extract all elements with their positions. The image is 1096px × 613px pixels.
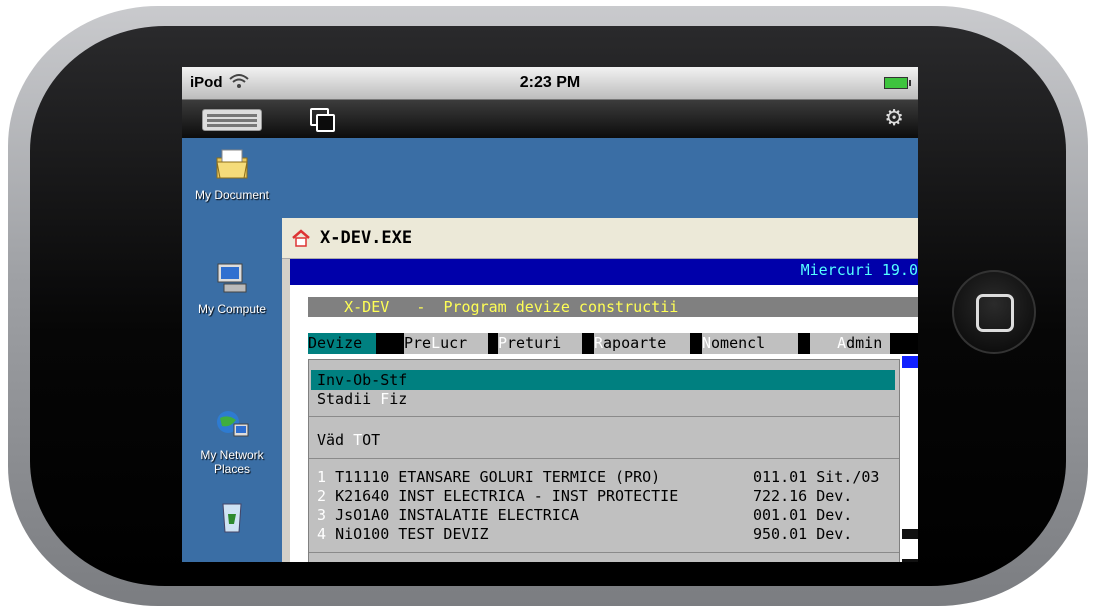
desktop-icon-network-places[interactable]: My Network Places xyxy=(184,378,280,490)
deviz-row[interactable]: 2 K21640 INST ELECTRICA - INST PROTECTIE… xyxy=(317,487,897,506)
divider xyxy=(309,458,899,459)
submenu-stadii-fiz[interactable]: Stadii Fiz xyxy=(317,389,407,409)
deviz-row[interactable]: 3 JsO1A0 INSTALATIE ELECTRICA 001.01 Dev. xyxy=(317,506,897,525)
desktop-icon-my-computer[interactable]: My Compute xyxy=(184,260,280,316)
home-square-icon xyxy=(976,294,1014,332)
desktop-icon-label: My Compute xyxy=(197,302,267,316)
dos-console[interactable]: Miercuri 19.0 X-DEV - Program devize con… xyxy=(290,259,918,562)
devize-dropdown-panel: Inv-Ob-Stf Stadii Fiz Väd TOT 1 T11110 E… xyxy=(308,359,900,562)
home-button[interactable] xyxy=(952,270,1036,354)
submenu-inv-ob-stf[interactable]: Inv-Ob-Stf xyxy=(317,370,407,390)
ipod-screen: iPod 2:23 PM ⚙ My Document My Compute My… xyxy=(182,67,918,562)
app-toolbar: ⚙ xyxy=(182,100,918,138)
vad-tot-item[interactable]: Väd TOT xyxy=(317,430,380,450)
battery-icon xyxy=(884,77,911,89)
menu-bar: Devize PreLucr Preturi Rapoarte Nomencl … xyxy=(308,333,918,354)
date-text: Miercuri 19.0 xyxy=(800,261,918,279)
desktop: My Document My Compute My Network Places xyxy=(182,138,918,562)
clock-time: 2:23 PM xyxy=(519,74,581,91)
deviz-row[interactable]: 1 T11110 ETANSARE GOLURI TERMICE (PRO) 01… xyxy=(317,468,897,487)
menu-rapoarte[interactable]: Rapoarte xyxy=(594,333,690,354)
menu-admin[interactable]: Admin xyxy=(810,333,890,354)
divider xyxy=(309,416,899,417)
menu-prelucr[interactable]: PreLucr xyxy=(404,333,488,354)
gear-icon[interactable]: ⚙ xyxy=(884,107,904,131)
window-title-bar: X-DEV.EXE xyxy=(282,218,918,259)
desktop-icon-my-documents[interactable]: My Document xyxy=(184,146,280,202)
window-title: X-DEV.EXE xyxy=(320,228,413,248)
recycle-bin-icon xyxy=(214,498,250,534)
deviz-row[interactable]: 4 NiO100 TEST DEVIZ 950.01 Dev. xyxy=(317,525,897,544)
windows-icon[interactable] xyxy=(310,108,335,132)
menu-devize[interactable]: Devize xyxy=(308,333,376,354)
scroll-marker xyxy=(902,356,918,368)
program-title-band: X-DEV - Program devize constructii xyxy=(308,297,918,317)
desktop-icon-label: My Network Places xyxy=(200,448,264,476)
computer-icon xyxy=(214,260,250,296)
menu-preturi[interactable]: Preturi xyxy=(498,333,582,354)
network-icon xyxy=(214,392,250,437)
folder-icon xyxy=(214,146,250,182)
dos-window: X-DEV.EXE Miercuri 19.0 X-DEV - Program … xyxy=(282,218,918,562)
desktop-icon-recycle-bin[interactable] xyxy=(184,498,280,540)
desktop-icon-label: My Document xyxy=(194,188,270,202)
keyboard-icon[interactable] xyxy=(202,109,262,131)
console-block xyxy=(902,559,918,562)
home-icon[interactable] xyxy=(291,229,311,247)
status-bar: iPod 2:23 PM xyxy=(182,67,918,100)
console-block xyxy=(902,529,918,539)
divider xyxy=(309,552,899,553)
menu-nomencl[interactable]: Nomencl xyxy=(702,333,798,354)
